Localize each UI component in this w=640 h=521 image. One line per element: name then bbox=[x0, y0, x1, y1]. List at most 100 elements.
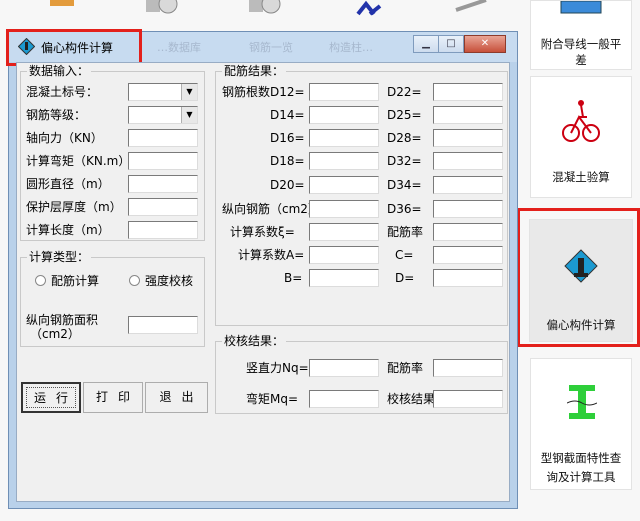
result-d12[interactable] bbox=[309, 83, 379, 101]
bending-moment-input[interactable] bbox=[128, 152, 198, 170]
field-label: 纵向钢筋面积 bbox=[26, 313, 99, 327]
result-xi[interactable] bbox=[309, 223, 379, 241]
desktop-item-label: 附合导线一般平 bbox=[540, 37, 622, 51]
maximize-button[interactable]: □ bbox=[438, 35, 464, 53]
result-d22[interactable] bbox=[433, 83, 503, 101]
result-b[interactable] bbox=[309, 269, 379, 287]
axial-force-input[interactable] bbox=[128, 129, 198, 147]
cd-app-icon[interactable] bbox=[142, 0, 182, 22]
background-text: 构造柱… bbox=[329, 41, 373, 54]
result-label: 纵向钢筋（cm2） bbox=[222, 202, 320, 216]
result-label: D22= bbox=[387, 85, 422, 99]
result-long-rebar[interactable] bbox=[309, 200, 379, 218]
desktop-item-concrete-check[interactable]: 混凝土验算 bbox=[530, 76, 632, 198]
person-app-icon[interactable] bbox=[350, 0, 390, 22]
vertical-force-output[interactable] bbox=[309, 359, 379, 377]
check-group: 校核结果： 竖直力Nq= 配筋率 弯矩Mq= 校核结果 bbox=[215, 334, 508, 414]
minimize-button[interactable]: ▁ bbox=[413, 35, 439, 53]
result-a[interactable] bbox=[309, 246, 379, 264]
result-d34[interactable] bbox=[433, 176, 503, 194]
radio-label[interactable]: 配筋计算 bbox=[51, 274, 99, 288]
eccentric-calc-window: 偏心构件计算 …数据库 钢筋一览 构造柱… ▁ □ ✕ 数据输入： 混凝土标号：… bbox=[6, 29, 518, 509]
rebar-area-input[interactable] bbox=[128, 316, 198, 334]
result-d32[interactable] bbox=[433, 152, 503, 170]
check-reinf-ratio-output[interactable] bbox=[433, 359, 503, 377]
result-label: D32= bbox=[387, 154, 422, 168]
highlight-box bbox=[517, 208, 640, 347]
close-button[interactable]: ✕ bbox=[464, 35, 506, 53]
result-label: D34= bbox=[387, 178, 422, 192]
check-label: 竖直力Nq= bbox=[246, 361, 309, 375]
concrete-grade-select[interactable]: ▼ bbox=[128, 83, 198, 101]
result-label: 计算系数ξ= bbox=[230, 225, 295, 239]
cd-app-icon[interactable] bbox=[245, 0, 285, 22]
check-label: 配筋率 bbox=[387, 361, 424, 375]
desktop-item-label: 混凝土验算 bbox=[552, 170, 610, 184]
result-d14[interactable] bbox=[309, 106, 379, 124]
field-label: 圆形直径（m） bbox=[26, 177, 110, 191]
desktop-item-label: 差 bbox=[575, 53, 587, 67]
result-label: 钢筋根数D12= bbox=[222, 85, 305, 99]
background-text: …数据库 bbox=[157, 41, 201, 54]
window-client-area: 数据输入： 混凝土标号： ▼ 钢筋等级： ▼ 轴向力（KN） 计算弯矩（KN.m… bbox=[16, 62, 510, 502]
group-caption: 校核结果： bbox=[222, 334, 287, 348]
desktop-item-steel-section[interactable]: 型钢截面特性查 询及计算工具 bbox=[530, 358, 632, 490]
chevron-down-icon[interactable]: ▼ bbox=[181, 107, 197, 123]
result-label: D28= bbox=[387, 131, 422, 145]
highlight-box bbox=[6, 29, 142, 66]
result-label: 计算系数A= bbox=[238, 248, 305, 262]
partial-app-icon[interactable] bbox=[42, 0, 82, 22]
field-label: 轴向力（KN） bbox=[26, 131, 103, 145]
tool-app-icon[interactable] bbox=[452, 0, 492, 22]
chevron-down-icon[interactable]: ▼ bbox=[181, 84, 197, 100]
field-label: 计算弯矩（KN.m） bbox=[26, 154, 131, 168]
result-group: 配筋结果： 钢筋根数D12= D14= D16= D18= D20= 纵向钢筋（… bbox=[215, 64, 508, 326]
steel-grade-select[interactable]: ▼ bbox=[128, 106, 198, 124]
field-label: 计算长度（m） bbox=[26, 223, 110, 237]
result-label: D14= bbox=[270, 108, 305, 122]
field-label: 保护层厚度（m） bbox=[26, 200, 122, 214]
group-caption: 数据输入： bbox=[27, 64, 92, 78]
result-label: D= bbox=[395, 271, 415, 285]
result-c[interactable] bbox=[433, 246, 503, 264]
bicycle-icon bbox=[562, 100, 600, 142]
desktop-item-label: 询及计算工具 bbox=[546, 470, 616, 484]
check-result-output[interactable] bbox=[433, 390, 503, 408]
result-d28[interactable] bbox=[433, 129, 503, 147]
check-label: 校核结果 bbox=[387, 392, 436, 406]
calc-type-group: 计算类型： 配筋计算 强度校核 纵向钢筋面积 （cm2） bbox=[20, 250, 205, 347]
result-label: D16= bbox=[270, 131, 305, 145]
cover-thickness-input[interactable] bbox=[128, 198, 198, 216]
group-caption: 配筋结果： bbox=[222, 64, 287, 78]
field-label: 混凝土标号： bbox=[26, 85, 99, 99]
result-reinf-ratio[interactable] bbox=[433, 223, 503, 241]
print-button[interactable]: 打印 bbox=[83, 382, 143, 413]
group-caption: 计算类型： bbox=[27, 250, 92, 264]
radio-label[interactable]: 强度校核 bbox=[145, 274, 193, 288]
diameter-input[interactable] bbox=[128, 175, 198, 193]
exit-button[interactable]: 退出 bbox=[145, 382, 208, 413]
desktop-item-traverse-adjustment[interactable]: 附合导线一般平 差 bbox=[530, 0, 632, 70]
result-d36[interactable] bbox=[433, 200, 503, 218]
input-group: 数据输入： 混凝土标号： ▼ 钢筋等级： ▼ 轴向力（KN） 计算弯矩（KN.m… bbox=[20, 64, 205, 241]
result-label: B= bbox=[284, 271, 303, 285]
background-text: 钢筋一览 bbox=[249, 41, 293, 54]
field-label: 钢筋等级： bbox=[26, 108, 87, 122]
book-icon bbox=[560, 1, 602, 14]
result-label: D18= bbox=[270, 154, 305, 168]
radio-reinforcement[interactable] bbox=[35, 275, 46, 286]
run-button[interactable]: 运行 bbox=[21, 382, 81, 413]
field-label: （cm2） bbox=[30, 327, 80, 341]
result-label: D25= bbox=[387, 108, 422, 122]
radio-strength-check[interactable] bbox=[129, 275, 140, 286]
result-label: D36= bbox=[387, 202, 422, 216]
desktop-item-label: 型钢截面特性查 bbox=[540, 451, 622, 465]
result-d[interactable] bbox=[433, 269, 503, 287]
result-d16[interactable] bbox=[309, 129, 379, 147]
result-d20[interactable] bbox=[309, 176, 379, 194]
i-beam-icon bbox=[567, 385, 597, 419]
result-d25[interactable] bbox=[433, 106, 503, 124]
result-d18[interactable] bbox=[309, 152, 379, 170]
moment-output[interactable] bbox=[309, 390, 379, 408]
calc-length-input[interactable] bbox=[128, 221, 198, 239]
